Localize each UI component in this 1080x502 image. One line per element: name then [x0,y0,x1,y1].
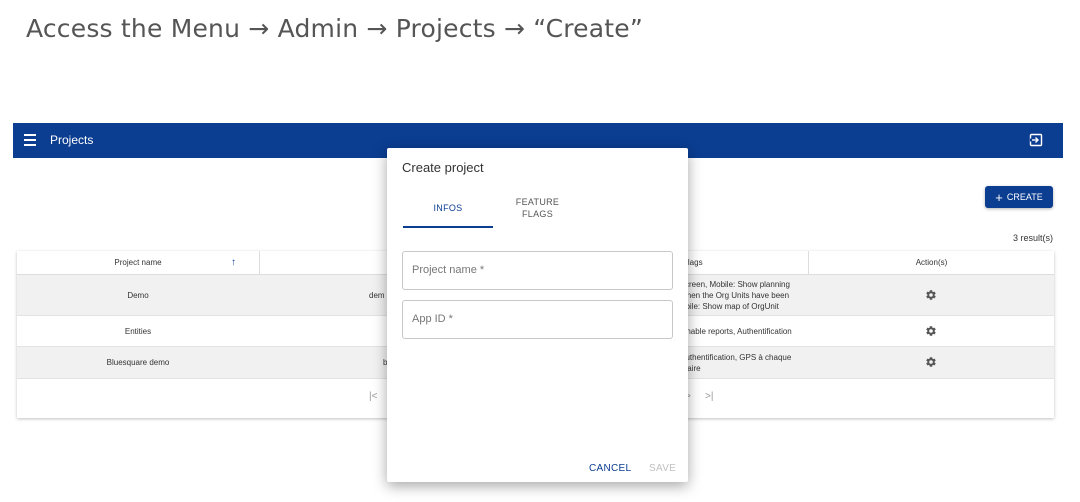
tab-feature-flags[interactable]: FEATURE FLAGS [495,196,580,220]
cancel-button[interactable]: CANCEL [589,463,631,474]
app-id-input[interactable] [403,301,661,336]
dialog-title: Create project [402,160,484,175]
tab-infos[interactable]: INFOS [403,196,493,228]
project-name-field[interactable] [402,251,673,290]
app-id-field[interactable] [402,300,673,339]
create-project-dialog: Create project INFOS FEATURE FLAGS CANCE… [387,148,688,482]
save-button[interactable]: SAVE [649,463,676,474]
project-name-input[interactable] [403,252,661,287]
tab-label-line: FEATURE [515,197,560,207]
tab-label-line: FLAGS [521,209,553,219]
dialog-overlay: Create project INFOS FEATURE FLAGS CANCE… [0,0,1080,502]
